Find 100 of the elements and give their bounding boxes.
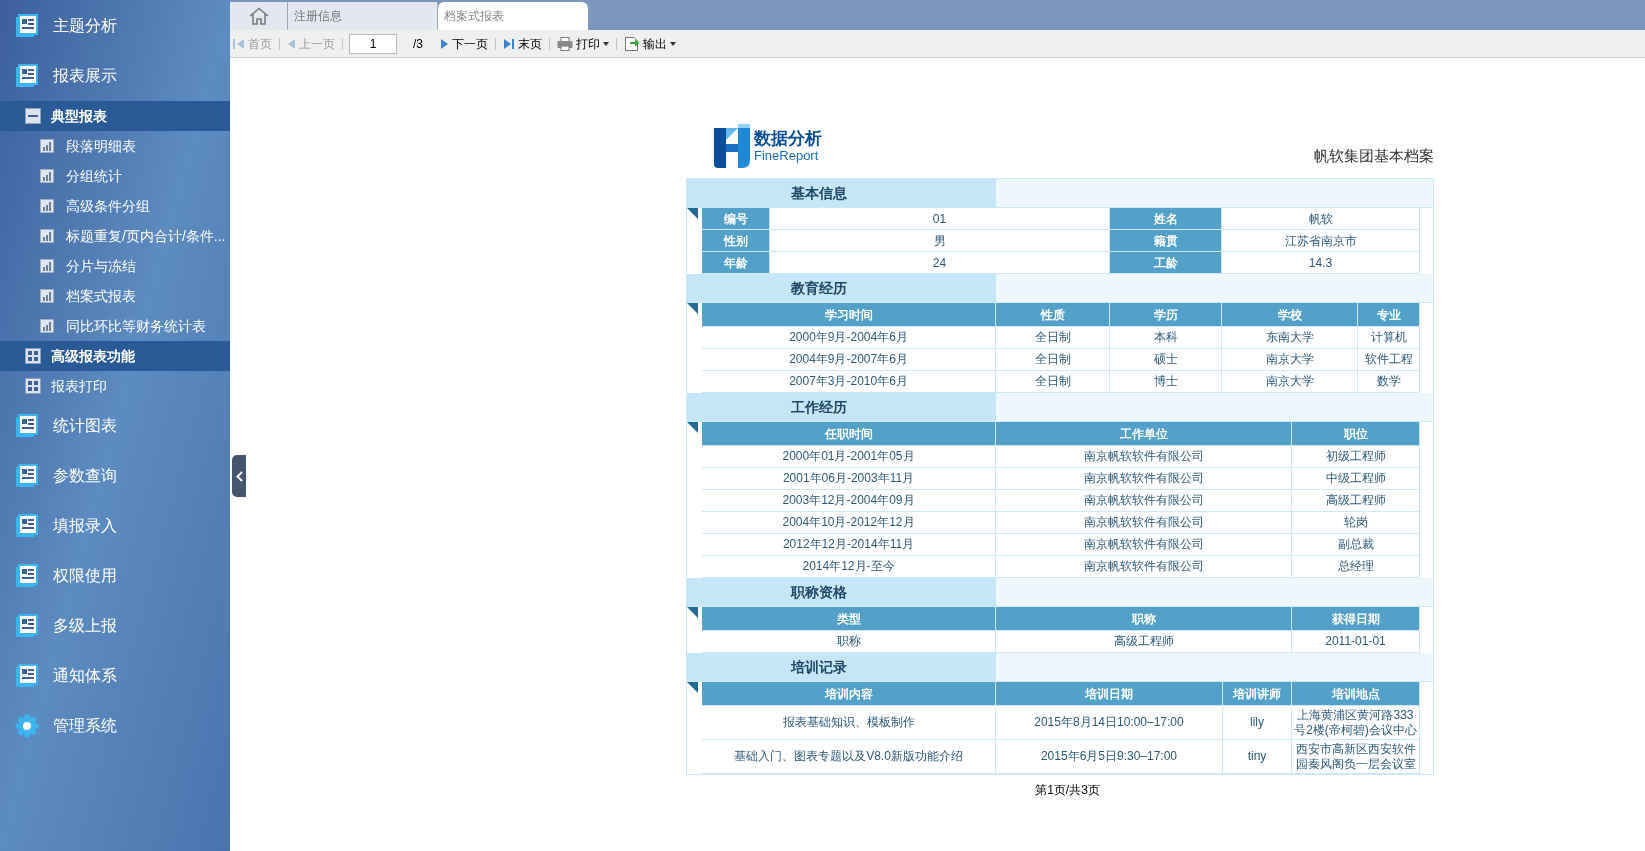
document-icon (15, 614, 39, 638)
toolbar-button[interactable]: 输出 (623, 32, 677, 55)
field-label: 编号 (702, 208, 770, 230)
table-cell: 2001年06月-2003年11月 (702, 468, 996, 490)
document-icon (15, 414, 39, 438)
toolbar-button[interactable]: 打印 (556, 32, 610, 55)
document-icon (15, 564, 39, 588)
document-icon (15, 14, 39, 38)
first-page-icon (233, 37, 245, 50)
corner-mark-icon (687, 422, 698, 433)
sidebar-item[interactable]: 填报录入 (0, 501, 230, 551)
chart-icon (40, 319, 54, 333)
table-cell: 2015年6月5日9:30–17:00 (996, 740, 1223, 774)
page-indicator: 第1页/共3页 (1035, 783, 1100, 797)
table-cell: 中级工程师 (1292, 468, 1420, 490)
last-page-icon (503, 37, 515, 50)
chart-icon (40, 229, 54, 243)
corner-mark-icon (687, 208, 698, 219)
table-cell: 数学 (1358, 371, 1420, 393)
sidebar-item[interactable]: 分组统计 (0, 161, 230, 191)
table-cell: 基础入门、图表专题以及V8.0新版功能介绍 (702, 740, 996, 774)
column-header: 学习时间 (702, 303, 996, 327)
sidebar-item[interactable]: 分片与冻结 (0, 251, 230, 281)
table-cell: 2004年10月-2012年12月 (702, 512, 996, 534)
column-header: 培训讲师 (1223, 682, 1292, 706)
table-cell: 副总裁 (1292, 534, 1420, 556)
field-value: 江苏省南京市 (1222, 230, 1420, 252)
logo-icon (714, 124, 750, 168)
table-cell: 南京帆软软件有限公司 (996, 512, 1292, 534)
chart-icon (40, 169, 54, 183)
table-cell: 2000年01月-2001年05月 (702, 446, 996, 468)
sidebar-item[interactable]: 段落明细表 (0, 131, 230, 161)
tab[interactable]: 档案式报表 (438, 2, 588, 30)
sidebar-item[interactable]: 多级上报 (0, 601, 230, 651)
tab[interactable]: 注册信息 (288, 2, 438, 30)
table-cell: 南京大学 (1222, 371, 1358, 393)
report-title: 帆软集团基本档案 (1314, 145, 1434, 166)
field-value: 01 (770, 208, 1110, 230)
table-cell: 南京大学 (1222, 349, 1358, 371)
table-cell: 计算机 (1358, 327, 1420, 349)
sidebar-item[interactable]: 高级条件分组 (0, 191, 230, 221)
field-value: 男 (770, 230, 1110, 252)
chart-icon (40, 259, 54, 273)
table-cell: 南京帆软软件有限公司 (996, 556, 1292, 578)
table-cell: 全日制 (996, 349, 1110, 371)
collapse-icon[interactable] (25, 108, 41, 124)
chevron-left-icon (235, 470, 243, 482)
sidebar-item[interactable]: 主题分析 (0, 1, 230, 51)
field-value: 帆软 (1222, 208, 1420, 230)
sidebar-item[interactable]: 同比环比等财务统计表 (0, 311, 230, 341)
collapse-handle[interactable] (232, 455, 246, 497)
table-cell: 东南大学 (1222, 327, 1358, 349)
sidebar-item[interactable]: 标题重复/页内合计/条件... (0, 221, 230, 251)
home-tab[interactable] (230, 2, 288, 30)
toolbar-button[interactable]: 末页 (502, 32, 543, 55)
table-cell: 南京帆软软件有限公司 (996, 534, 1292, 556)
table-cell: 全日制 (996, 371, 1110, 393)
table-cell: 2011-01-01 (1292, 631, 1420, 653)
toolbar-button[interactable]: 下一页 (439, 32, 489, 55)
sidebar-item[interactable]: 档案式报表 (0, 281, 230, 311)
document-icon (15, 664, 39, 688)
field-value: 24 (770, 252, 1110, 274)
expand-icon[interactable] (25, 378, 41, 394)
table-cell: 2004年9月-2007年6月 (702, 349, 996, 371)
sidebar-item[interactable]: 报表展示 (0, 51, 230, 101)
table-cell: 总经理 (1292, 556, 1420, 578)
table-cell: 本科 (1110, 327, 1222, 349)
sidebar-item[interactable]: 权限使用 (0, 551, 230, 601)
table-cell: 硕士 (1110, 349, 1222, 371)
expand-icon[interactable] (25, 348, 41, 364)
logo-subtitle: FineReport (754, 149, 820, 162)
sidebar-item[interactable]: 报表打印 (0, 371, 230, 401)
column-header: 类型 (702, 607, 996, 631)
table-cell: tiny (1223, 740, 1292, 774)
section-heading: 工作经历 (687, 393, 996, 421)
field-label: 籍贯 (1110, 230, 1222, 252)
home-icon (247, 7, 270, 25)
table-cell: 软件工程 (1358, 349, 1420, 371)
sidebar-item[interactable]: 管理系统 (0, 701, 230, 751)
field-label: 年龄 (702, 252, 770, 274)
document-icon (15, 64, 39, 88)
sidebar-item[interactable]: 通知体系 (0, 651, 230, 701)
table-cell: 2007年3月-2010年6月 (702, 371, 996, 393)
sidebar-item[interactable]: 高级报表功能 (0, 341, 230, 371)
section-heading: 基本信息 (687, 179, 996, 207)
corner-mark-icon (687, 607, 698, 618)
column-header: 学校 (1222, 303, 1358, 327)
section-heading: 教育经历 (687, 274, 996, 302)
table-cell: 高级工程师 (996, 631, 1292, 653)
section-heading: 培训记录 (687, 653, 996, 681)
sidebar-item[interactable]: 参数查询 (0, 451, 230, 501)
field-label: 姓名 (1110, 208, 1222, 230)
page-number-field[interactable]: 1 (349, 33, 397, 54)
export-icon (624, 35, 640, 52)
column-header: 职称 (996, 607, 1292, 631)
sidebar-item[interactable]: 典型报表 (0, 101, 230, 131)
table-cell: 职称 (702, 631, 996, 653)
table-cell: 2014年12月-至今 (702, 556, 996, 578)
sidebar-item[interactable]: 统计图表 (0, 401, 230, 451)
column-header: 性质 (996, 303, 1110, 327)
